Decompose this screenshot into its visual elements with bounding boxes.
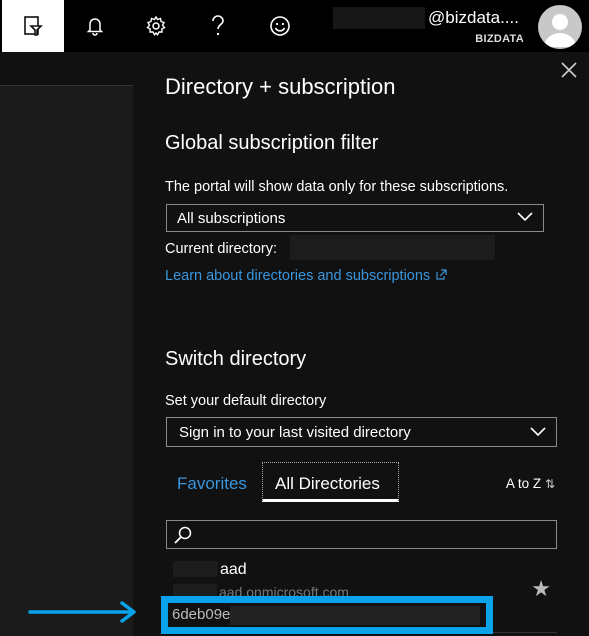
subscription-filter-value: All subscriptions: [177, 210, 286, 227]
sort-button[interactable]: A to Z ⇅: [506, 476, 555, 491]
notifications-button[interactable]: [64, 0, 126, 52]
directory-filter-button[interactable]: [2, 0, 64, 52]
directory-id-redaction: [230, 606, 480, 625]
directory-id-highlight: 6deb09e: [161, 596, 493, 634]
default-directory-select[interactable]: Sign in to your last visited directory: [166, 417, 557, 447]
current-directory-label: Current directory:: [165, 241, 278, 257]
help-icon: [212, 15, 224, 36]
gear-icon: [146, 15, 166, 37]
blade-title: Directory + subscription: [165, 74, 396, 99]
sort-arrows-icon: ⇅: [544, 477, 555, 491]
chevron-down-icon: [530, 427, 546, 437]
subscription-filter-select[interactable]: All subscriptions: [166, 204, 544, 232]
search-icon: [174, 526, 192, 544]
tab-favorites[interactable]: Favorites: [177, 474, 247, 494]
top-bar: @bizdata.... BIZDATA: [0, 0, 589, 52]
help-button[interactable]: [187, 0, 249, 52]
bell-icon: [86, 18, 104, 36]
account-tenant[interactable]: BIZDATA: [475, 33, 524, 45]
current-directory-redaction: [290, 235, 495, 260]
tab-all-directories[interactable]: All Directories: [262, 462, 399, 502]
close-icon: [561, 62, 577, 78]
directory-search-input[interactable]: [166, 520, 557, 549]
directory-name-redaction: [173, 561, 218, 577]
learn-directories-link-text: Learn about directories and subscription…: [165, 268, 431, 284]
learn-directories-link[interactable]: Learn about directories and subscription…: [165, 268, 447, 284]
global-filter-description: The portal will show data only for these…: [165, 179, 509, 195]
default-directory-label: Set your default directory: [165, 393, 327, 409]
annotation-arrow-icon: [28, 601, 136, 623]
settings-button[interactable]: [125, 0, 187, 52]
background-toolbar: [0, 52, 133, 86]
close-button[interactable]: [559, 60, 579, 80]
tab-all-directories-label: All Directories: [275, 474, 380, 493]
avatar[interactable]: [538, 5, 582, 49]
background-pane: [0, 52, 133, 636]
account-name[interactable]: @bizdata....: [428, 8, 519, 28]
global-filter-heading: Global subscription filter: [165, 132, 379, 154]
directory-id: 6deb09e: [172, 606, 231, 623]
avatar-person-icon: [544, 14, 576, 47]
smiley-icon: [270, 16, 290, 36]
directory-name[interactable]: aad: [220, 561, 247, 579]
switch-directory-heading: Switch directory: [165, 348, 307, 370]
sort-label: A to Z: [505, 476, 542, 491]
directory-subscription-blade: Directory + subscription Global subscrip…: [133, 52, 589, 636]
directory-filter-icon: [24, 16, 43, 36]
account-redaction: [333, 7, 425, 29]
favorite-star-icon[interactable]: ★: [531, 576, 551, 602]
external-link-icon: [436, 269, 447, 280]
feedback-button[interactable]: [249, 0, 311, 52]
chevron-down-icon: [517, 212, 533, 222]
default-directory-value: Sign in to your last visited directory: [179, 424, 411, 441]
